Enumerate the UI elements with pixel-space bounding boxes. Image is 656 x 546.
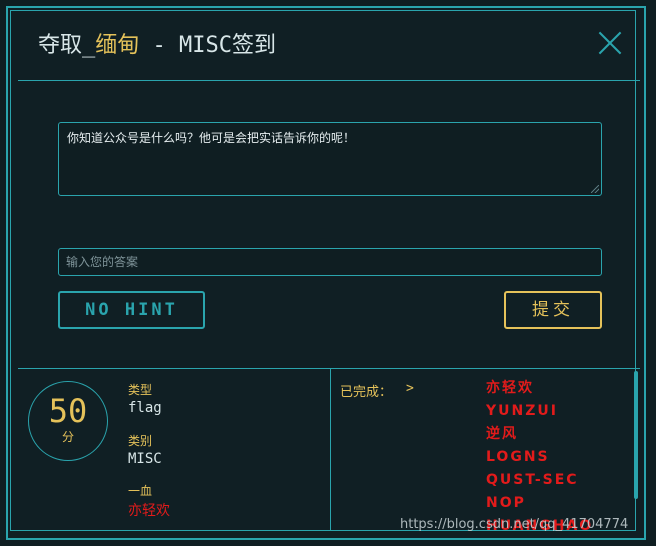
watermark: https://blog.csdn.net/qq_41704774 xyxy=(400,517,629,532)
question-text: 你知道公众号是什么吗？他可是会把实话告诉你的呢！ xyxy=(67,131,356,145)
title-suffix: - MISC签到 xyxy=(139,33,276,58)
score-unit: 分 xyxy=(61,430,74,444)
panel-divider xyxy=(330,369,331,531)
completed-arrow-icon: > xyxy=(406,381,414,396)
score-points: 50 xyxy=(48,392,88,430)
resize-grip-icon[interactable] xyxy=(591,185,599,193)
modal-header: 夺取_缅甸 - MISC签到 xyxy=(18,15,640,81)
answer-input[interactable] xyxy=(58,248,602,276)
category-label: 类别 xyxy=(128,434,153,448)
solver-list-scrollbar[interactable] xyxy=(634,371,638,499)
solver-item: LOGNS xyxy=(486,449,550,465)
title-prefix: 夺取_ xyxy=(38,33,96,58)
solver-item: NOP xyxy=(486,495,526,511)
modal-title: 夺取_缅甸 - MISC签到 xyxy=(38,27,276,59)
solver-item: 亦轻欢 xyxy=(486,380,534,396)
type-label: 类型 xyxy=(128,383,153,397)
category-value: MISC xyxy=(128,451,162,467)
solver-item: QUST-SEC xyxy=(486,472,579,488)
no-hint-button[interactable]: NO HINT xyxy=(58,291,205,329)
score-badge: 50 分 xyxy=(28,381,108,461)
title-highlight: 缅甸 xyxy=(95,33,140,58)
type-value: flag xyxy=(128,400,162,416)
first-blood-label: 一血 xyxy=(128,484,153,498)
solver-item: 逆风 xyxy=(486,426,518,442)
first-blood-value: 亦轻欢 xyxy=(128,503,170,519)
solver-list[interactable]: 亦轻欢 YUNZUI 逆风 LOGNS QUST-SEC NOP HUANGHA… xyxy=(486,377,626,531)
close-icon[interactable] xyxy=(598,31,622,55)
solver-item: YUNZUI xyxy=(486,403,558,419)
submit-button[interactable]: 提交 xyxy=(504,291,602,329)
question-textarea[interactable]: 你知道公众号是什么吗？他可是会把实话告诉你的呢！ xyxy=(58,122,602,196)
completed-label: 已完成： xyxy=(340,385,393,400)
challenge-info-panel: 50 分 类型 flag 类别 MISC 一血 亦轻欢 已完成： > 亦轻欢 Y… xyxy=(18,368,640,531)
